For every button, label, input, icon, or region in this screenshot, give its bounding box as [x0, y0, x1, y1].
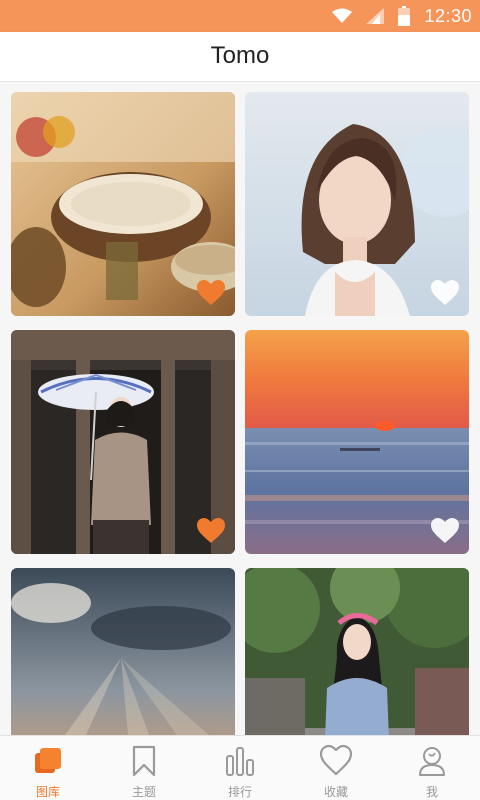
gallery-card[interactable] — [11, 568, 235, 735]
favorite-heart-icon[interactable] — [197, 280, 225, 306]
bookmark-icon — [132, 745, 156, 777]
favorite-heart-icon[interactable] — [197, 518, 225, 544]
status-bar: 12:30 — [0, 0, 480, 32]
signal-icon — [366, 8, 385, 24]
nav-label-ranking: 排行 — [227, 785, 252, 799]
nav-label-profile: 我 — [425, 785, 438, 799]
bar-chart-icon — [226, 747, 254, 776]
app-title: Tomo — [210, 42, 270, 69]
gallery-card[interactable] — [245, 330, 469, 554]
nav-item-favorites[interactable]: 收藏 — [288, 736, 384, 800]
nav-label-favorites: 收藏 — [323, 785, 348, 799]
app-bar: Tomo — [0, 32, 480, 82]
nav-item-gallery[interactable]: 图库 — [0, 736, 96, 800]
nav-label-gallery: 图库 — [35, 785, 60, 799]
favorite-heart-icon[interactable] — [431, 280, 459, 306]
nav-item-ranking[interactable]: 排行 — [192, 736, 288, 800]
nav-item-profile[interactable]: 我 — [384, 736, 480, 800]
gallery-card[interactable] — [11, 330, 235, 554]
gallery-card[interactable] — [245, 92, 469, 316]
favorite-heart-icon[interactable] — [431, 518, 459, 544]
status-icons: 12:30 — [332, 0, 472, 32]
bottom-nav: 图库 主题 排行 收藏 我 — [0, 735, 480, 800]
battery-icon — [398, 6, 411, 26]
gallery-icon — [35, 748, 61, 773]
nav-label-themes: 主题 — [131, 785, 156, 799]
gallery-card[interactable] — [245, 568, 469, 735]
photo-sky-rays — [11, 568, 235, 735]
photo-girl-street — [245, 568, 469, 735]
profile-icon — [419, 747, 445, 776]
gallery-card[interactable] — [11, 92, 235, 316]
heart-icon — [319, 744, 353, 776]
nav-item-themes[interactable]: 主题 — [96, 736, 192, 800]
wifi-icon — [332, 8, 353, 23]
status-time: 12:30 — [424, 5, 472, 26]
gallery-grid[interactable] — [0, 82, 480, 735]
